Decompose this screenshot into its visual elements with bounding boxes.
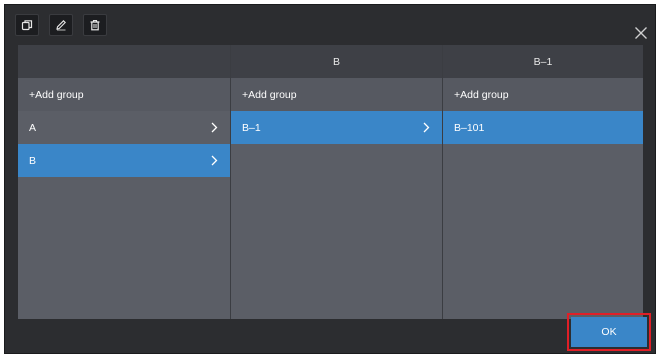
group-column-level-3: B–1 +Add group B–101: [442, 45, 643, 319]
group-item-label: A: [29, 121, 37, 134]
chevron-right-icon: [211, 155, 218, 166]
group-list: B–101: [443, 111, 643, 144]
add-group-button[interactable]: +Add group: [443, 78, 643, 111]
add-group-button[interactable]: +Add group: [231, 78, 442, 111]
edit-button[interactable]: [49, 14, 73, 36]
group-list: B–1: [231, 111, 442, 144]
group-column-level-2: B +Add group B–1: [230, 45, 442, 319]
close-icon: [635, 27, 647, 39]
group-list-item[interactable]: B–101: [443, 111, 643, 144]
delete-icon: [90, 19, 100, 31]
group-list: AB: [18, 111, 230, 177]
group-item-label: B: [29, 154, 37, 167]
toolbar: [15, 14, 107, 36]
group-list-item[interactable]: B–1: [231, 111, 442, 144]
chevron-right-icon: [423, 122, 430, 133]
copy-icon: [21, 20, 33, 31]
chevron-right-icon: [211, 122, 218, 133]
close-button[interactable]: [633, 25, 649, 41]
column-header: B: [231, 45, 442, 78]
column-header: [18, 45, 230, 78]
group-list-item[interactable]: B: [18, 144, 230, 177]
edit-icon: [56, 20, 66, 31]
copy-button[interactable]: [15, 14, 39, 36]
group-item-label: B–1: [242, 121, 261, 134]
ok-button[interactable]: OK: [571, 317, 647, 347]
add-group-button[interactable]: +Add group: [18, 78, 230, 111]
group-list-item[interactable]: A: [18, 111, 230, 144]
group-item-label: B–101: [454, 121, 485, 134]
column-header: B–1: [443, 45, 643, 78]
group-columns: +Add group AB B +Add group B–1 B–1 +Add …: [18, 45, 643, 319]
group-column-level-1: +Add group AB: [18, 45, 230, 319]
group-picker-dialog: +Add group AB B +Add group B–1 B–1 +Add …: [4, 4, 656, 354]
delete-button[interactable]: [83, 14, 107, 36]
